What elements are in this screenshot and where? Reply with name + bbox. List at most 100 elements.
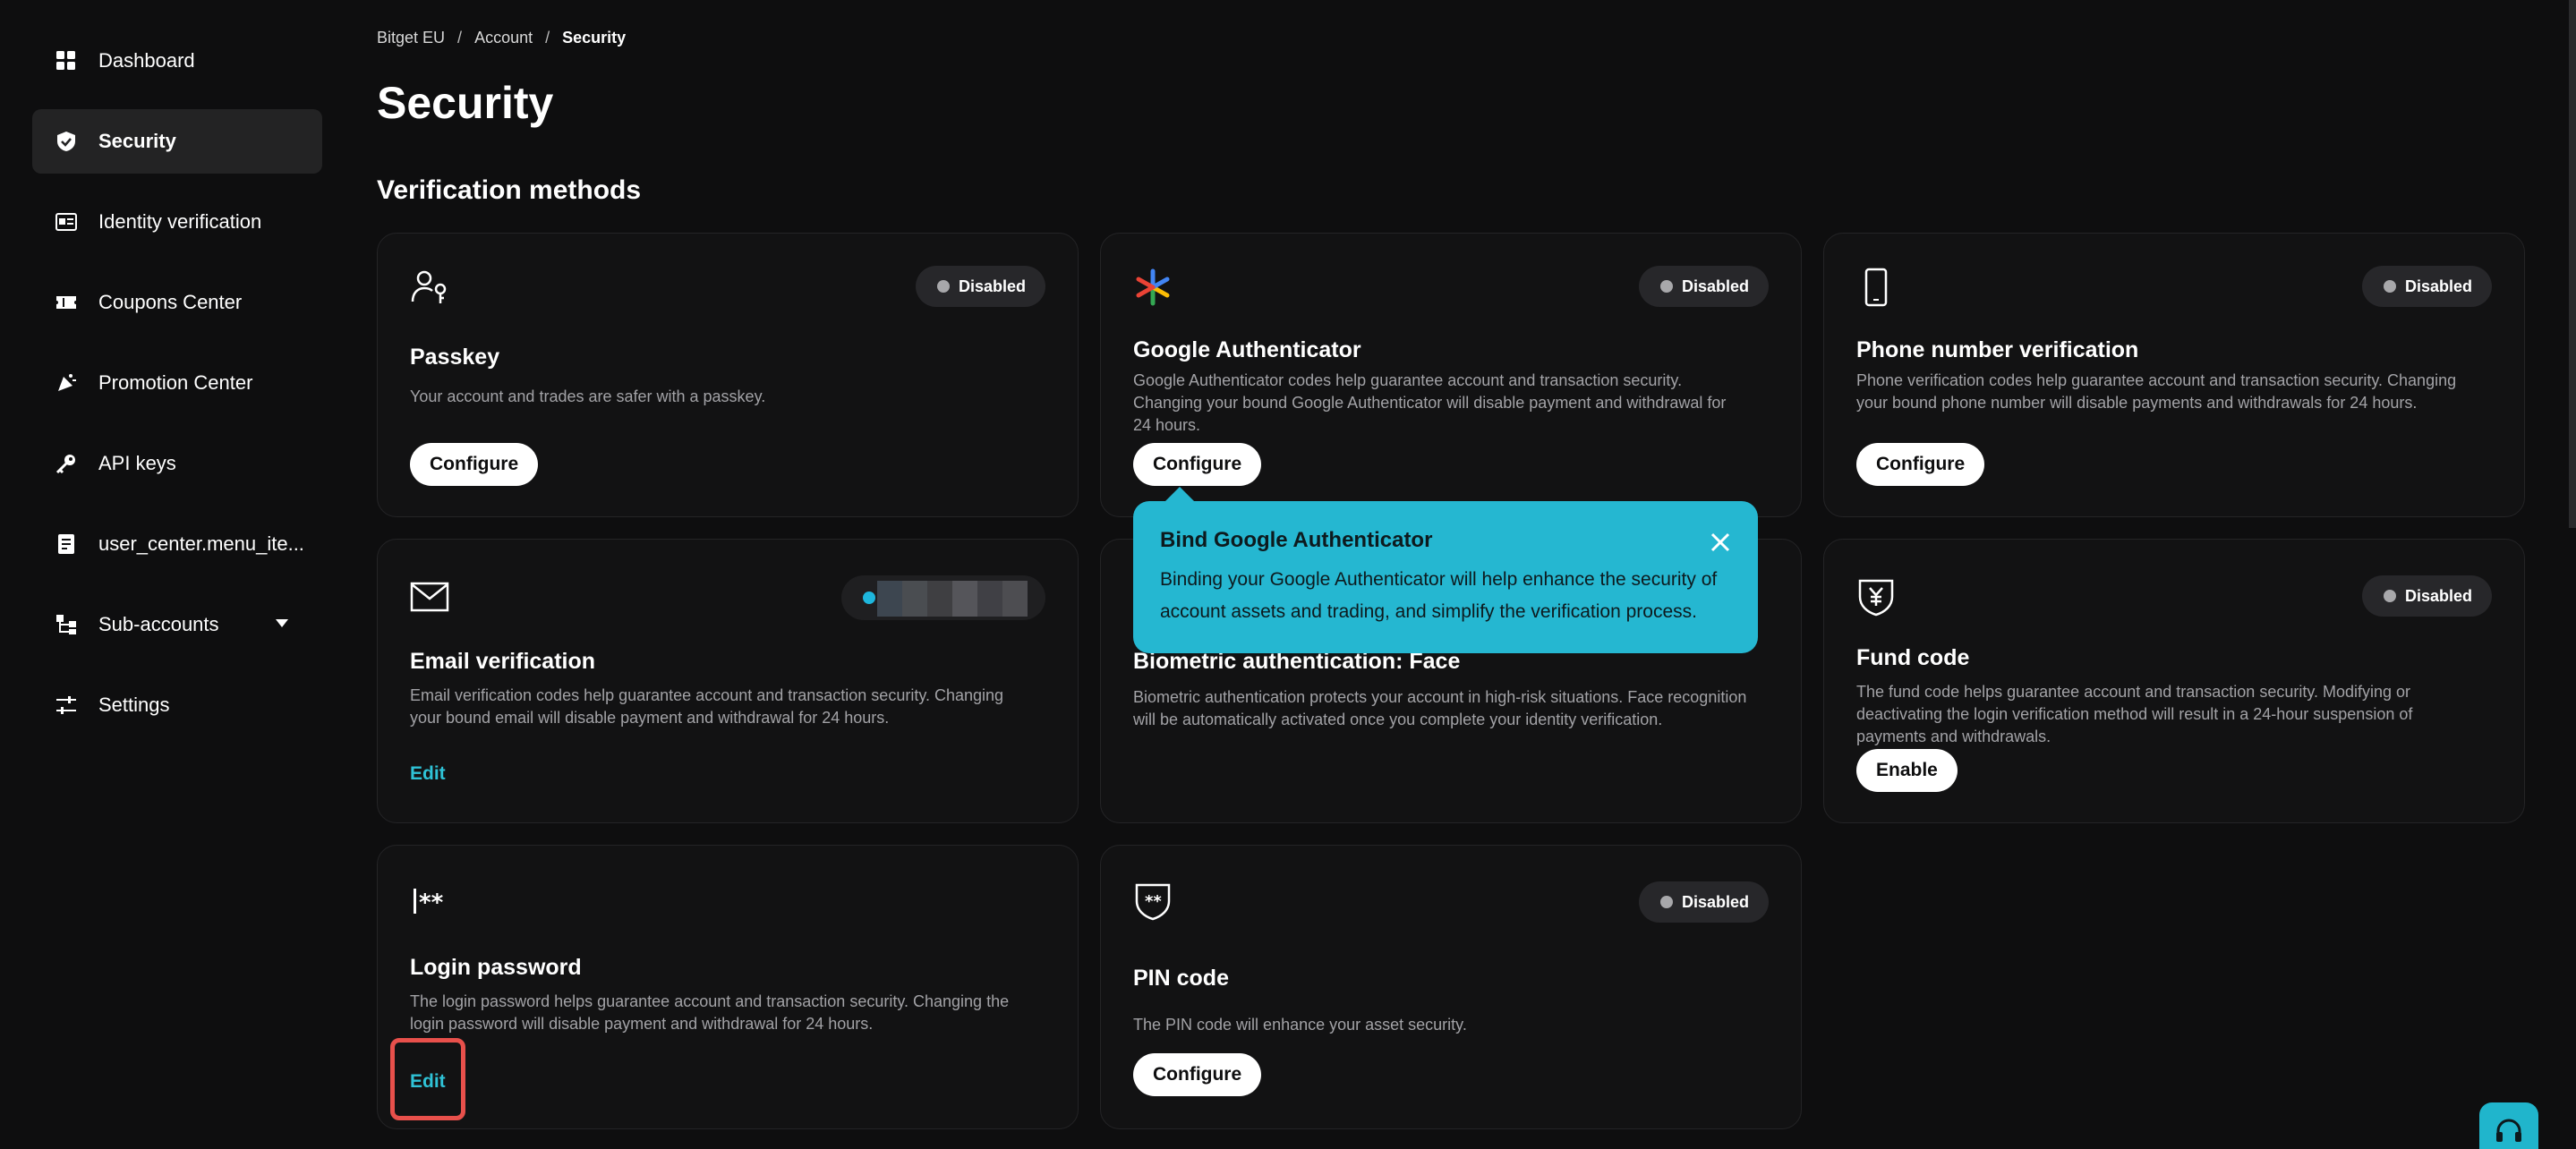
card-title: Email verification bbox=[410, 649, 596, 674]
svg-text:**: ** bbox=[419, 889, 444, 916]
sliders-icon bbox=[55, 694, 77, 716]
google-authenticator-icon bbox=[1133, 268, 1173, 307]
pin-shield-icon: ** bbox=[1133, 881, 1173, 921]
sidebar-item-label: user_center.menu_ite... bbox=[98, 532, 304, 555]
google-authenticator-tooltip: Bind Google Authenticator Binding your G… bbox=[1133, 487, 1758, 653]
phone-configure-button[interactable]: Configure bbox=[1856, 443, 1985, 486]
status-badge: Disabled bbox=[2361, 575, 2492, 617]
sidebar-item-label: Identity verification bbox=[98, 210, 262, 233]
status-dot bbox=[2383, 280, 2396, 293]
svg-text:**: ** bbox=[1145, 892, 1162, 911]
document-icon bbox=[55, 533, 77, 555]
status-label: Disabled bbox=[2404, 586, 2472, 605]
breadcrumb-item-bitget-eu[interactable]: Bitget EU bbox=[377, 29, 445, 47]
envelope-icon bbox=[410, 577, 449, 617]
card-description: Google Authenticator codes help guarante… bbox=[1133, 371, 1727, 434]
fund-code-enable-button[interactable]: Enable bbox=[1856, 749, 1958, 792]
key-icon bbox=[55, 453, 77, 474]
card-passkey: Disabled Passkey Your account and trades… bbox=[377, 233, 1079, 517]
pin-code-configure-button[interactable]: Configure bbox=[1133, 1053, 1262, 1096]
card-phone-verification: Disabled Phone number verification Phone… bbox=[1823, 233, 2525, 517]
close-icon[interactable] bbox=[1710, 532, 1731, 553]
card-description: Biometric authentication protects your a… bbox=[1133, 688, 1747, 728]
breadcrumb-separator: / bbox=[457, 29, 463, 47]
card-description: The login password helps guarantee accou… bbox=[410, 992, 1010, 1033]
sidebar-item-label: API keys bbox=[98, 452, 176, 474]
sidebar-item-label: Settings bbox=[98, 694, 170, 716]
redacted-email-pixel bbox=[877, 581, 902, 617]
highlight-box bbox=[390, 1038, 465, 1120]
status-badge: Disabled bbox=[915, 266, 1045, 307]
sidebar-item-label: Security bbox=[98, 130, 176, 152]
card-description: The PIN code will enhance your asset sec… bbox=[1133, 1016, 1467, 1034]
redacted-email-pixel bbox=[902, 581, 927, 617]
sidebar-item-label: Sub-accounts bbox=[98, 613, 219, 635]
redacted-email-pixel bbox=[927, 581, 952, 617]
card-title: PIN code bbox=[1133, 966, 1229, 991]
sidebar-item-promotion-center[interactable]: Promotion Center bbox=[32, 351, 322, 415]
support-button[interactable] bbox=[2479, 1102, 2538, 1149]
sidebar-item-settings[interactable]: Settings bbox=[32, 673, 322, 737]
card-email-verification: Email verification Email verification co… bbox=[377, 539, 1079, 823]
sidebar-item-user-center[interactable]: user_center.menu_ite... bbox=[32, 512, 322, 576]
google-authenticator-configure-button[interactable]: Configure bbox=[1133, 443, 1262, 486]
status-badge: Disabled bbox=[2361, 266, 2492, 307]
fund-shield-icon bbox=[1856, 577, 1896, 617]
breadcrumb-separator: / bbox=[545, 29, 550, 47]
sidebar-item-label: Dashboard bbox=[98, 49, 195, 72]
email-edit-link[interactable]: Edit bbox=[410, 763, 446, 785]
redacted-email-pixel bbox=[977, 581, 1002, 617]
shield-check-icon bbox=[55, 131, 77, 152]
card-title: Fund code bbox=[1856, 645, 1970, 670]
sidebar-item-sub-accounts[interactable]: Sub-accounts bbox=[32, 592, 322, 657]
phone-icon bbox=[1856, 268, 1896, 307]
redacted-email-pixel bbox=[952, 581, 977, 617]
id-card-icon bbox=[55, 211, 77, 233]
page-title: Security bbox=[377, 78, 554, 128]
sidebar-item-coupons-center[interactable]: Coupons Center bbox=[32, 270, 322, 335]
breadcrumb: Bitget EU / Account / Security bbox=[377, 29, 626, 47]
section-title: Verification methods bbox=[377, 175, 642, 205]
status-label: Disabled bbox=[1681, 277, 1749, 295]
status-dot bbox=[2383, 590, 2396, 602]
scrollbar[interactable] bbox=[2569, 0, 2576, 528]
card-pin-code: ** Disabled PIN code The PIN code will e… bbox=[1100, 845, 1802, 1129]
card-title: Login password bbox=[410, 955, 582, 980]
chevron-down-icon[interactable] bbox=[276, 619, 288, 627]
card-google-authenticator: Disabled Google Authenticator Google Aut… bbox=[1100, 233, 1802, 517]
status-dot bbox=[863, 592, 875, 604]
status-label: Disabled bbox=[958, 277, 1026, 295]
card-fund-code: Disabled Fund code The fund code helps g… bbox=[1823, 539, 2525, 823]
status-badge: Disabled bbox=[1638, 881, 1769, 923]
sidebar-item-label: Coupons Center bbox=[98, 291, 243, 313]
megaphone-icon bbox=[55, 372, 77, 394]
breadcrumb-item-security: Security bbox=[562, 29, 627, 47]
status-dot bbox=[1659, 280, 1673, 293]
breadcrumb-item-account[interactable]: Account bbox=[474, 29, 533, 47]
sidebar-item-label: Promotion Center bbox=[98, 371, 253, 394]
passkey-configure-button[interactable]: Configure bbox=[410, 443, 539, 486]
card-description: The fund code helps guarantee account an… bbox=[1856, 683, 2413, 745]
password-icon: ** bbox=[410, 881, 449, 921]
status-dot bbox=[1659, 896, 1673, 908]
grid-icon bbox=[55, 50, 77, 72]
email-status-badge bbox=[841, 575, 1045, 620]
card-description: Phone verification codes help guarantee … bbox=[1856, 371, 2457, 412]
status-badge: Disabled bbox=[1638, 266, 1769, 307]
card-title: Phone number verification bbox=[1856, 337, 2139, 362]
headset-icon bbox=[2495, 1117, 2523, 1149]
card-login-password: ** Login password The login password hel… bbox=[377, 845, 1079, 1129]
sidebar-item-api-keys[interactable]: API keys bbox=[32, 431, 322, 496]
tooltip-body: Binding your Google Authenticator will h… bbox=[1160, 569, 1718, 622]
sidebar-item-security[interactable]: Security bbox=[32, 109, 322, 174]
card-title: Google Authenticator bbox=[1133, 337, 1361, 362]
tooltip-title: Bind Google Authenticator bbox=[1160, 528, 1433, 552]
status-label: Disabled bbox=[2404, 277, 2472, 295]
card-description: Your account and trades are safer with a… bbox=[410, 387, 766, 405]
card-title: Passkey bbox=[410, 345, 500, 370]
passkey-icon bbox=[410, 268, 449, 307]
status-label: Disabled bbox=[1681, 892, 1749, 911]
sidebar-item-dashboard[interactable]: Dashboard bbox=[32, 29, 322, 93]
ticket-icon bbox=[55, 292, 77, 313]
sidebar-item-identity-verification[interactable]: Identity verification bbox=[32, 190, 322, 254]
